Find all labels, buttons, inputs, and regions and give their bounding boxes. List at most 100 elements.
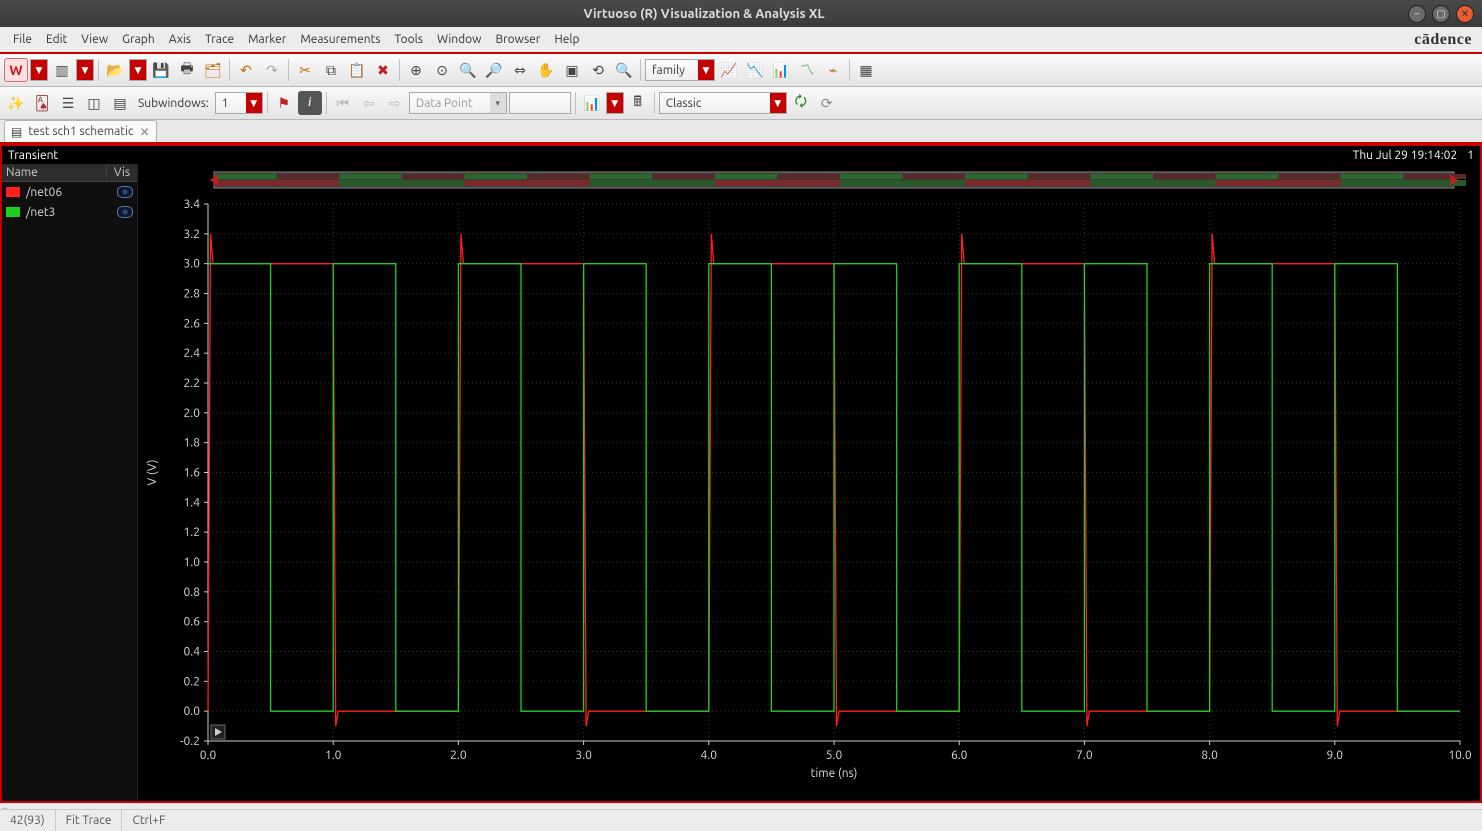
zoom-x-icon[interactable]: ⇔ — [508, 58, 532, 82]
new-subwindow-icon[interactable]: ▥ — [50, 58, 74, 82]
legend-header: Name Vis — [2, 164, 137, 182]
paste-icon[interactable]: 📋 — [345, 58, 369, 82]
svg-text:0.0: 0.0 — [184, 705, 201, 718]
wand-icon[interactable]: ✨ — [4, 91, 28, 115]
save-icon[interactable]: 💾 — [149, 58, 173, 82]
legend-col-vis[interactable]: Vis — [107, 166, 137, 179]
cut-icon[interactable]: ✂ — [293, 58, 317, 82]
close-button[interactable]: ✕ — [1456, 5, 1474, 23]
svg-text:2.0: 2.0 — [450, 749, 467, 762]
tab-schematic[interactable]: ▤ test sch1 schematic ✕ — [4, 120, 157, 142]
svg-text:0.2: 0.2 — [184, 675, 201, 688]
subwindows-combo[interactable]: 1▼ — [215, 92, 263, 114]
zoom-init-icon[interactable]: ⊕ — [404, 58, 428, 82]
plot-1-icon[interactable]: 📈 — [717, 58, 741, 82]
calculator-icon[interactable]: 🖩 — [626, 91, 650, 115]
menu-window[interactable]: Window — [430, 30, 488, 49]
layout-list-icon[interactable]: ☰ — [56, 91, 80, 115]
svg-text:1.0: 1.0 — [184, 556, 201, 569]
svg-text:0.6: 0.6 — [184, 616, 201, 629]
legend-col-name[interactable]: Name — [2, 166, 107, 179]
svg-text:1.8: 1.8 — [184, 437, 201, 450]
open-icon[interactable]: 📂 — [103, 58, 127, 82]
menu-tools[interactable]: Tools — [388, 30, 431, 49]
copy-icon[interactable]: ⧉ — [319, 58, 343, 82]
svg-text:8.0: 8.0 — [1201, 749, 1218, 762]
session-icon[interactable]: 🗂 — [201, 58, 225, 82]
plot-4-icon[interactable]: 〽 — [795, 58, 819, 82]
marker-plot-icon[interactable]: 📊 — [580, 91, 604, 115]
new-window-dropdown[interactable]: ▼ — [30, 59, 48, 81]
menu-measurements[interactable]: Measurements — [293, 30, 387, 49]
undo-icon[interactable]: ↶ — [234, 58, 258, 82]
flag-icon[interactable]: ⚑ — [272, 91, 296, 115]
layout-grid-icon[interactable]: ▤ — [108, 91, 132, 115]
menu-file[interactable]: File — [6, 30, 39, 49]
svg-text:2.0: 2.0 — [184, 407, 201, 420]
open-dropdown[interactable]: ▼ — [129, 59, 147, 81]
plot-3-icon[interactable]: 📊 — [769, 58, 793, 82]
classic-combo[interactable]: Classic▼ — [659, 92, 787, 114]
zoom-fit-icon[interactable]: ⊙ — [430, 58, 454, 82]
reload-stop-icon[interactable]: ⟳ — [815, 91, 839, 115]
zoom-prev-icon[interactable]: ⟲ — [586, 58, 610, 82]
svg-text:7.0: 7.0 — [1076, 749, 1093, 762]
svg-text:6.0: 6.0 — [951, 749, 968, 762]
menu-marker[interactable]: Marker — [241, 30, 293, 49]
datapoint-combo[interactable]: Data Point▾ — [409, 92, 507, 114]
visibility-eye-icon[interactable] — [117, 186, 133, 198]
menu-view[interactable]: View — [74, 30, 115, 49]
marker-plot-dropdown[interactable]: ▼ — [606, 92, 624, 114]
maximize-button[interactable]: ▢ — [1432, 5, 1450, 23]
cards-icon[interactable]: 🂡 — [30, 91, 54, 115]
menubar: File Edit View Graph Axis Trace Marker M… — [0, 27, 1482, 54]
legend-swatch — [6, 187, 20, 197]
family-combo-value: family — [646, 64, 698, 77]
nav-prev-icon[interactable]: ⇦ — [357, 91, 381, 115]
info-icon[interactable]: i — [298, 91, 322, 115]
new-window-icon[interactable]: W — [4, 58, 28, 82]
tab-close-icon[interactable]: ✕ — [140, 125, 150, 139]
new-subwindow-dropdown[interactable]: ▼ — [76, 59, 94, 81]
svg-text:2.8: 2.8 — [184, 288, 201, 301]
datapoint-value-field[interactable] — [509, 92, 571, 114]
svg-text:3.0: 3.0 — [184, 258, 201, 271]
print-icon[interactable]: 🖶 — [175, 58, 199, 82]
svg-text:V (V): V (V) — [146, 460, 159, 486]
table-icon[interactable]: ▦ — [854, 58, 878, 82]
family-combo[interactable]: family▼ — [645, 59, 715, 81]
menu-axis[interactable]: Axis — [162, 30, 198, 49]
svg-text:3.2: 3.2 — [184, 228, 201, 241]
reload-icon[interactable]: 🗘 — [789, 91, 813, 115]
legend-row[interactable]: /net06 — [2, 182, 137, 202]
nav-first-icon[interactable]: ⏮ — [331, 91, 355, 115]
classic-label: Classic — [660, 97, 770, 110]
legend-row[interactable]: /net3 — [2, 202, 137, 222]
plot-header: Transient Thu Jul 29 19:14:02 1 — [2, 146, 1480, 164]
plot-timestamp: Thu Jul 29 19:14:02 — [1353, 149, 1458, 162]
menu-help[interactable]: Help — [547, 30, 586, 49]
zoom-out-icon[interactable]: 🔎 — [482, 58, 506, 82]
zoom-reset-icon[interactable]: 🔍 — [612, 58, 636, 82]
svg-text:1.0: 1.0 — [325, 749, 342, 762]
brand-logo: cādence — [1414, 31, 1476, 49]
menu-browser[interactable]: Browser — [488, 30, 547, 49]
plot-2-icon[interactable]: 📉 — [743, 58, 767, 82]
menu-graph[interactable]: Graph — [115, 30, 162, 49]
visibility-eye-icon[interactable] — [117, 206, 133, 218]
menu-trace[interactable]: Trace — [198, 30, 241, 49]
zoom-area-icon[interactable]: ▣ — [560, 58, 584, 82]
plot-5-icon[interactable]: ⌁ — [821, 58, 845, 82]
svg-text:5.0: 5.0 — [826, 749, 843, 762]
zoom-in-icon[interactable]: 🔍 — [456, 58, 480, 82]
plot-canvas[interactable]: -0.20.00.20.40.60.81.01.21.41.61.82.02.2… — [138, 164, 1480, 801]
layout-split-icon[interactable]: ◫ — [82, 91, 106, 115]
minimize-button[interactable]: – — [1408, 5, 1426, 23]
nav-next-icon[interactable]: ⇨ — [383, 91, 407, 115]
delete-icon[interactable]: ✖ — [371, 58, 395, 82]
redo-icon[interactable]: ↷ — [260, 58, 284, 82]
pan-icon[interactable]: ✋ — [534, 58, 558, 82]
menu-edit[interactable]: Edit — [39, 30, 74, 49]
status-bar: 42(93) Fit Trace Ctrl+F — [0, 809, 1482, 831]
legend-label: /net3 — [26, 206, 55, 219]
